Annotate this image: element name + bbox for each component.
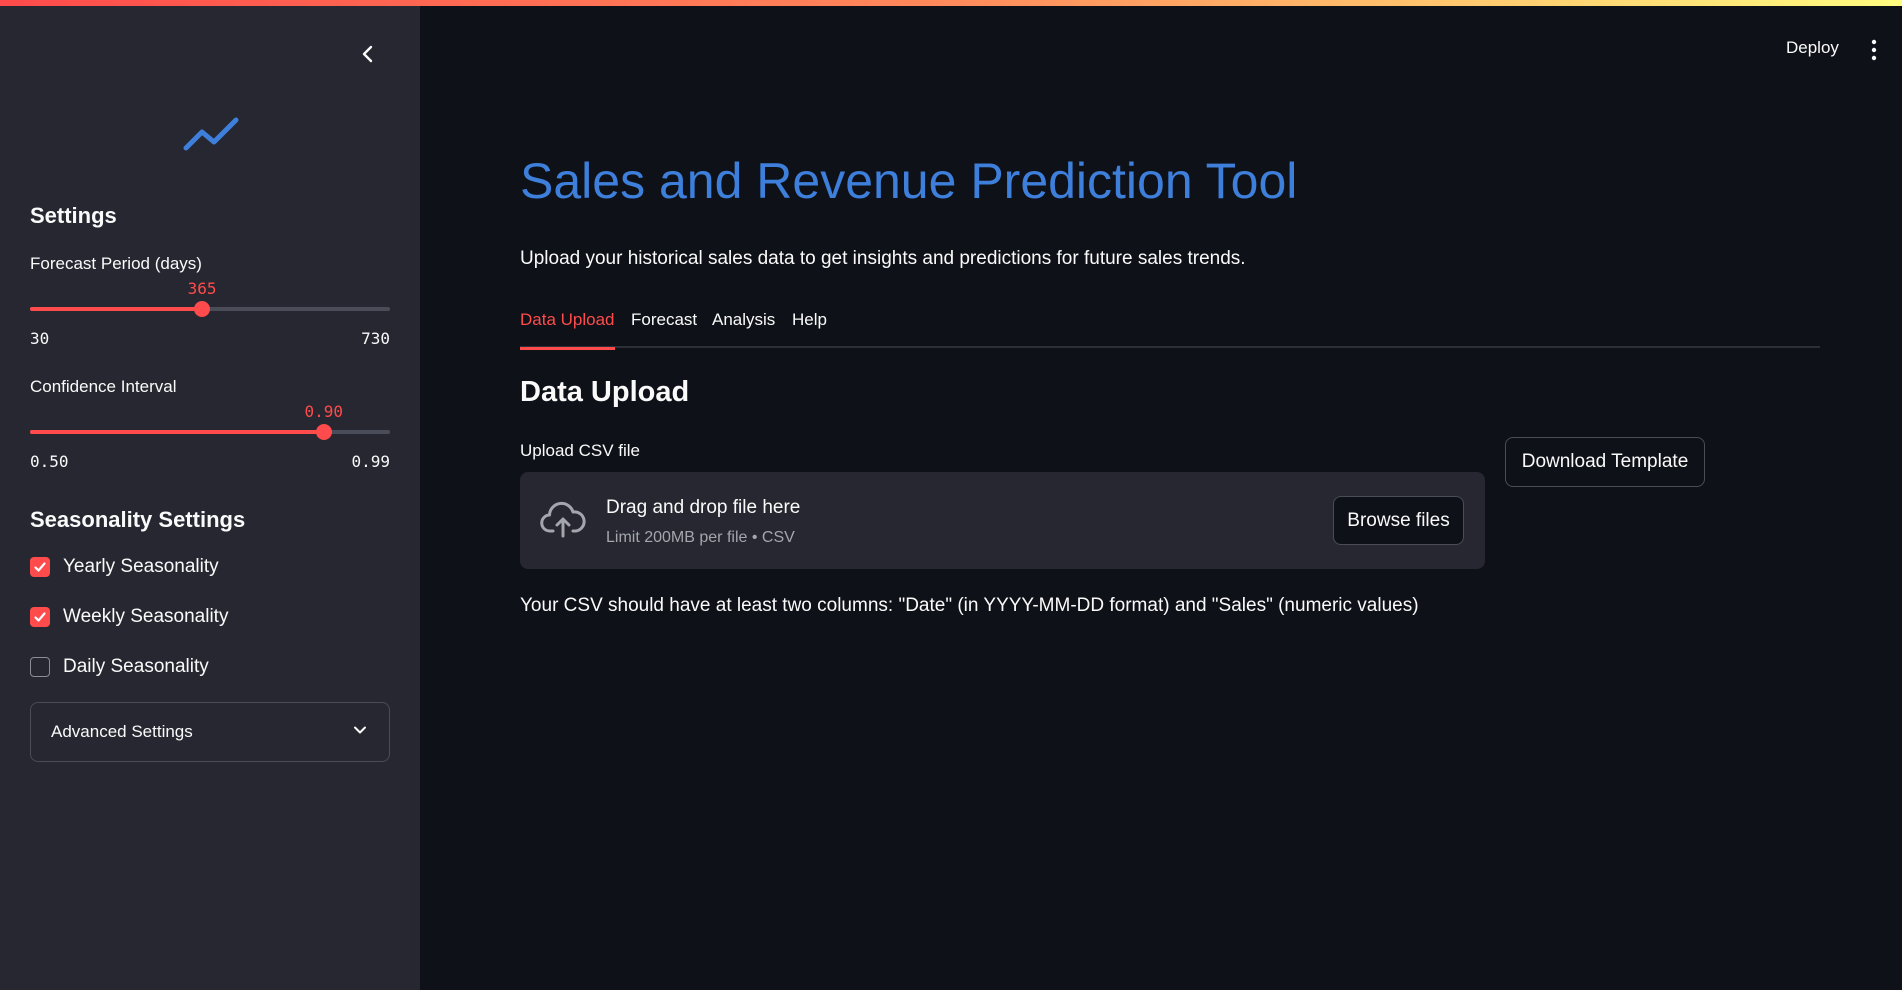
slider-value: 0.90 <box>304 402 344 421</box>
slider-fill <box>30 307 203 311</box>
browse-files-button[interactable]: Browse files <box>1333 496 1464 545</box>
tab-bar: Data Upload Forecast Analysis Help <box>520 310 1820 350</box>
chevron-down-icon <box>351 721 369 744</box>
slider-min-label: 0.50 <box>30 452 69 471</box>
confidence-interval-label: Confidence Interval <box>30 377 177 396</box>
tab-forecast[interactable]: Forecast <box>631 310 697 348</box>
tab-help[interactable]: Help <box>792 310 827 348</box>
checkbox-icon <box>30 607 50 627</box>
checkbox-icon <box>30 657 50 677</box>
more-options-icon[interactable] <box>1864 38 1884 62</box>
trending-up-icon <box>182 114 240 154</box>
forecast-period-label: Forecast Period (days) <box>30 254 202 273</box>
checkbox-icon <box>30 557 50 577</box>
slider-thumb[interactable] <box>315 424 332 440</box>
checkbox-label: Yearly Seasonality <box>63 556 219 577</box>
checkbox-label: Weekly Seasonality <box>63 606 229 627</box>
slider-value: 365 <box>187 279 217 298</box>
slider-min-label: 30 <box>30 329 50 348</box>
cloud-upload-icon <box>540 500 586 540</box>
upload-label: Upload CSV file <box>520 441 641 460</box>
yearly-seasonality-checkbox[interactable]: Yearly Seasonality <box>30 555 219 579</box>
slider-fill <box>30 430 324 434</box>
advanced-settings-label: Advanced Settings <box>51 722 193 741</box>
daily-seasonality-checkbox[interactable]: Daily Seasonality <box>30 655 209 679</box>
forecast-period-slider[interactable]: 365 <box>30 279 390 317</box>
deploy-button[interactable]: Deploy <box>1786 38 1839 58</box>
upload-limit-text: Limit 200MB per file • CSV <box>606 529 795 546</box>
checkbox-label: Daily Seasonality <box>63 656 209 677</box>
file-dropzone[interactable]: Drag and drop file here Limit 200MB per … <box>520 472 1485 569</box>
advanced-settings-expander[interactable]: Advanced Settings <box>30 702 390 762</box>
page-title: Sales and Revenue Prediction Tool <box>520 153 1298 209</box>
slider-thumb[interactable] <box>194 301 211 317</box>
tab-data-upload[interactable]: Data Upload <box>520 310 615 350</box>
weekly-seasonality-checkbox[interactable]: Weekly Seasonality <box>30 605 228 629</box>
slider-max-label: 730 <box>361 329 390 348</box>
tab-analysis[interactable]: Analysis <box>712 310 775 348</box>
confidence-interval-slider[interactable]: 0.90 <box>30 402 390 440</box>
download-template-button[interactable]: Download Template <box>1505 437 1705 487</box>
sidebar: Settings Forecast Period (days) 365 30 7… <box>0 0 420 990</box>
csv-format-note: Your CSV should have at least two column… <box>520 595 1419 616</box>
seasonality-heading: Seasonality Settings <box>30 507 246 532</box>
slider-max-label: 0.99 <box>351 452 390 471</box>
page-subtitle: Upload your historical sales data to get… <box>520 248 1246 269</box>
top-decoration-bar <box>0 0 1902 6</box>
drop-instructions: Drag and drop file here <box>606 497 801 518</box>
settings-heading: Settings <box>30 203 117 228</box>
section-heading: Data Upload <box>520 376 690 408</box>
collapse-sidebar-icon[interactable] <box>356 42 380 66</box>
